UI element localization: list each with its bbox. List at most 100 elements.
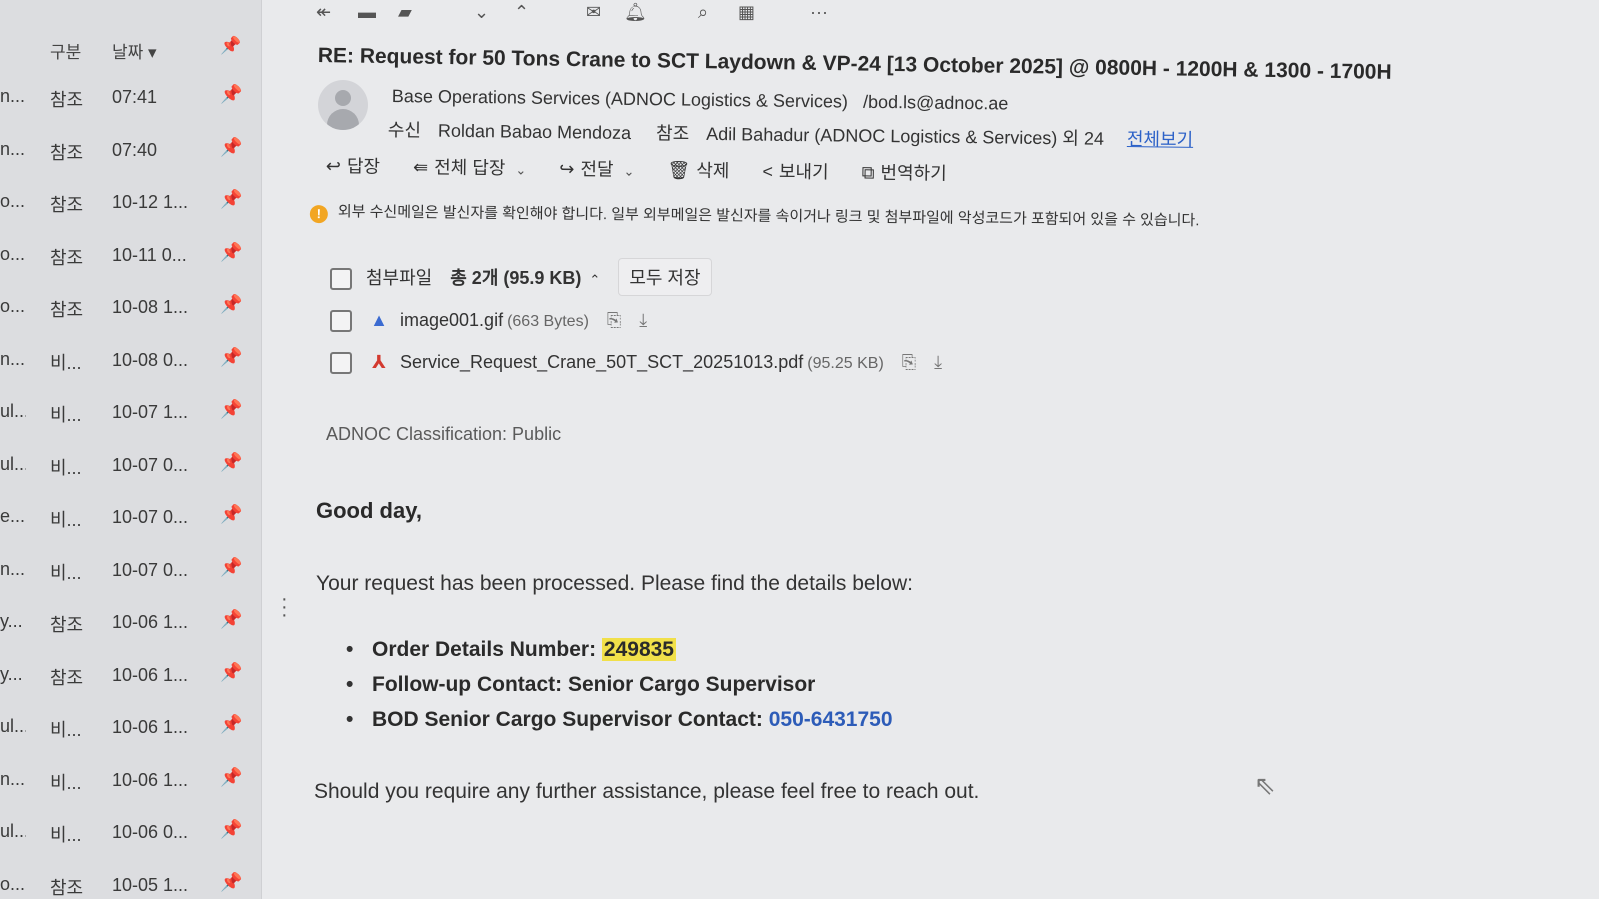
mail-list-header: 구분 날짜 ▾ 📌	[0, 30, 262, 66]
attachment-name[interactable]: Service_Request_Crane_50T_SCT_20251013.p…	[400, 352, 803, 372]
pin-icon[interactable]: 📌	[220, 189, 242, 210]
classification-label: ADNOC Classification: Public	[326, 424, 562, 444]
delete-button[interactable]: 🗑︎ 삭제	[667, 156, 729, 183]
list-item[interactable]: ul... 비... 10-06 0... 📌	[0, 809, 262, 862]
list-item[interactable]: ul... 비... 10-07 1... 📌	[0, 389, 262, 442]
pin-icon[interactable]: 📌	[220, 557, 242, 578]
list-item-type: 참조	[50, 877, 84, 898]
external-mail-warning: ! 외부 수신메일은 발신자를 확인해야 합니다. 일부 외부메일은 발신자를 속…	[309, 200, 1200, 232]
list-item-date: 10-07 0...	[112, 454, 189, 475]
download-icon[interactable]: ⤓	[934, 352, 942, 372]
list-item-type: 비...	[50, 772, 82, 793]
list-item[interactable]: ul... 비... 10-07 0... 📌	[0, 442, 262, 495]
attachment-item[interactable]: ▲ image001.gif (663 Bytes) ⎘ ⤓	[330, 310, 647, 333]
list-item[interactable]: n... 참조 07:41 📌	[0, 74, 262, 127]
attachment-checkbox[interactable]	[330, 352, 352, 375]
pin-icon[interactable]: 📌	[220, 347, 242, 368]
mail-intro: Your request has been processed. Please …	[316, 572, 913, 595]
list-item[interactable]: o... 참조 10-08 1... 📌	[0, 284, 262, 337]
attachment-name[interactable]: image001.gif	[400, 310, 503, 330]
reply-back-icon[interactable]: ↞	[316, 2, 331, 23]
recipients-line: 수신 Roldan Babao Mendoza 참조 Adil Bahadur …	[388, 116, 1194, 152]
phone-link[interactable]: 050-6431750	[769, 708, 893, 731]
pin-icon[interactable]: 📌	[220, 767, 242, 788]
zoom-icon[interactable]: ⌕	[698, 2, 708, 23]
view-all-recipients-link[interactable]: 전체보기	[1127, 129, 1193, 150]
cc-recipients[interactable]: Adil Bahadur (ADNOC Logistics & Services…	[706, 124, 1104, 149]
note-icon[interactable]: ▬	[358, 2, 376, 23]
select-all-attachments-checkbox[interactable]	[330, 268, 352, 291]
list-item[interactable]: o... 참조 10-11 0... 📌	[0, 232, 262, 285]
details-list: Order Details Number: 249835 Follow-up C…	[346, 638, 893, 743]
list-item[interactable]: o... 참조 10-12 1... 📌	[0, 179, 262, 232]
pdf-file-icon: ⅄	[372, 352, 386, 372]
list-item-type: 비...	[50, 405, 82, 425]
list-item-sender: n...	[0, 86, 26, 106]
list-item-sender: o...	[0, 191, 26, 211]
pin-icon[interactable]: 📌	[220, 137, 242, 158]
pin-icon[interactable]: 📌	[220, 452, 242, 473]
list-item[interactable]: n... 참조 07:40 📌	[0, 127, 262, 180]
preview-icon[interactable]: ⎘	[902, 352, 916, 372]
pin-icon[interactable]: 📌	[220, 714, 242, 735]
chevron-down-icon[interactable]: ⌄	[474, 2, 489, 23]
download-icon[interactable]: ⤓	[639, 310, 647, 330]
sender-avatar[interactable]	[318, 80, 368, 130]
list-item[interactable]: o... 참조 10-05 1... 📌	[0, 862, 262, 899]
list-item-sender: ul...	[0, 716, 26, 736]
list-item-date: 10-06 1...	[112, 612, 189, 632]
list-item[interactable]: n... 비... 10-08 0... 📌	[0, 337, 262, 390]
pin-column-icon[interactable]: 📌	[220, 36, 241, 56]
translate-button[interactable]: ⧉ 번역하기	[862, 159, 947, 186]
translate-icon: ⧉	[861, 162, 875, 183]
sender-email[interactable]: /bod.ls@adnoc.ae	[863, 92, 1009, 114]
list-item[interactable]: e... 비... 10-07 0... 📌	[0, 494, 262, 547]
more-icon[interactable]: ···	[810, 2, 828, 23]
attachments-header: 첨부파일 총 2개 (95.9 KB) ⌃ 모두 저장	[330, 258, 712, 296]
collapse-attachments-icon[interactable]: ⌃	[589, 272, 600, 287]
pin-icon[interactable]: 📌	[220, 819, 242, 840]
save-all-button[interactable]: 모두 저장	[618, 258, 712, 296]
attachment-item[interactable]: ⅄ Service_Request_Crane_50T_SCT_20251013.…	[330, 352, 942, 375]
list-item[interactable]: y... 참조 10-06 1... 📌	[0, 652, 262, 705]
pin-icon[interactable]: 📌	[220, 504, 242, 525]
reply-button[interactable]: ↩ 답장	[326, 152, 381, 179]
pin-icon[interactable]: 📌	[220, 242, 242, 263]
column-header-type[interactable]: 구분	[50, 38, 81, 63]
preview-icon[interactable]: ⎘	[607, 310, 621, 330]
pane-splitter-handle[interactable]: · · ·	[281, 589, 288, 625]
sender-name[interactable]: Base Operations Services (ADNOC Logistic…	[392, 86, 848, 112]
forward-button[interactable]: ↪ 전달 ⌄	[559, 155, 634, 182]
calendar-icon[interactable]: ▦	[738, 2, 755, 23]
list-item[interactable]: y... 참조 10-06 1... 📌	[0, 599, 262, 652]
list-item[interactable]: n... 비... 10-06 1... 📌	[0, 757, 262, 810]
list-item-date: 10-07 0...	[112, 559, 189, 580]
cc-label: 참조	[655, 123, 690, 144]
move-icon[interactable]: ▰	[398, 2, 412, 23]
pin-icon[interactable]: 📌	[220, 609, 242, 630]
column-header-date[interactable]: 날짜 ▾	[112, 38, 157, 63]
list-item-sender: y...	[0, 663, 23, 684]
pin-icon[interactable]: 📌	[220, 872, 242, 893]
bell-icon[interactable]: 🔔︎	[624, 2, 647, 23]
pin-icon[interactable]: 📌	[220, 294, 242, 315]
pin-icon[interactable]: 📌	[220, 84, 242, 105]
share-button[interactable]: < 보내기	[762, 157, 829, 184]
list-item-type: 비...	[50, 825, 82, 845]
envelope-icon[interactable]: ✉	[586, 2, 601, 23]
chevron-down-icon[interactable]: ⌄	[515, 162, 526, 177]
reply-all-button[interactable]: ⇚ 전체 답장 ⌄	[413, 153, 527, 180]
pin-icon[interactable]: 📌	[220, 662, 242, 683]
list-item-sender: n...	[0, 768, 26, 789]
list-item-sender: n...	[0, 138, 26, 159]
list-item[interactable]: n... 비... 10-07 0... 📌	[0, 547, 262, 600]
list-item[interactable]: ul... 비... 10-06 1... 📌	[0, 704, 262, 757]
share-icon: <	[762, 161, 774, 182]
attachment-checkbox[interactable]	[330, 310, 352, 333]
chevron-down-icon[interactable]: ⌄	[623, 164, 634, 179]
pin-icon[interactable]: 📌	[220, 399, 242, 420]
to-recipient[interactable]: Roldan Babao Mendoza	[438, 121, 631, 143]
chevron-up-icon[interactable]: ⌃	[514, 2, 529, 23]
list-item-sender: ul...	[0, 453, 26, 474]
list-item-date: 10-06 0...	[112, 822, 189, 842]
